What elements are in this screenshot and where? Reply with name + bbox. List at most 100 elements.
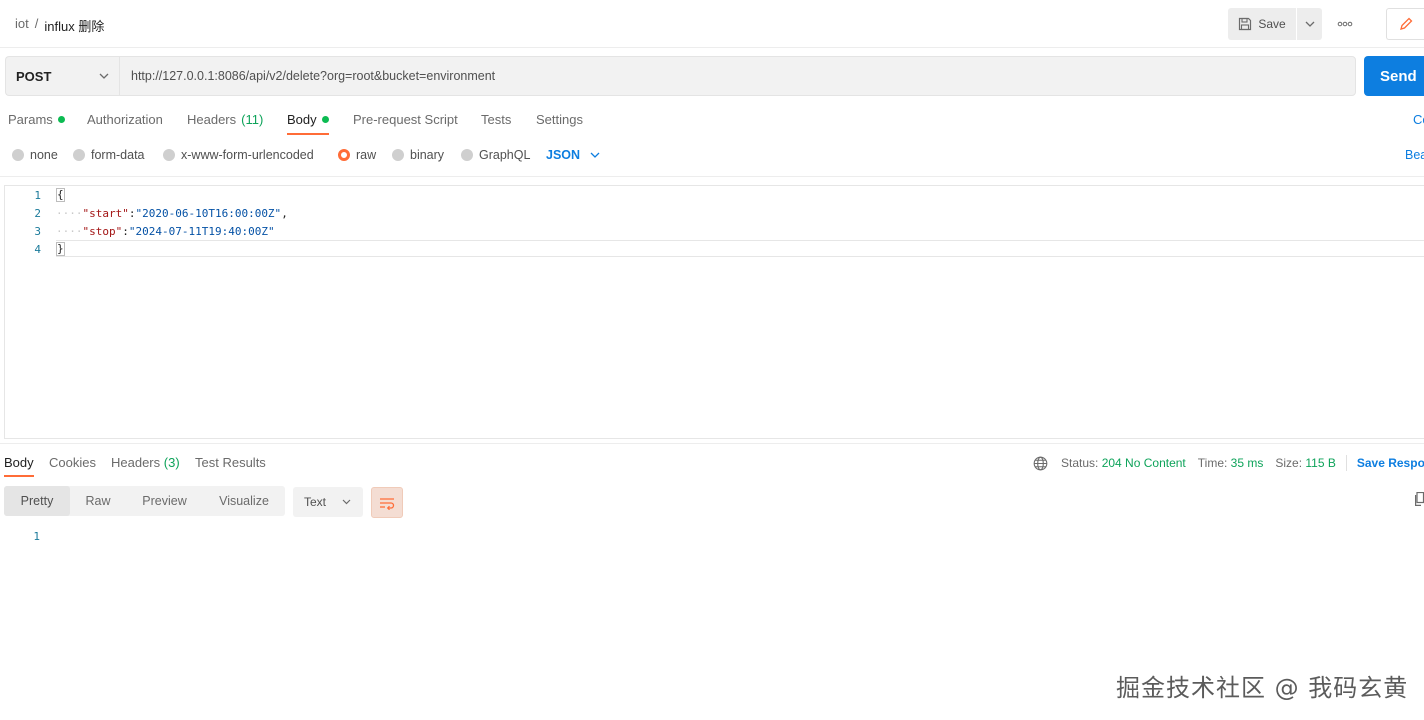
radio-label: GraphQL bbox=[479, 148, 531, 162]
floppy-disk-icon bbox=[1239, 17, 1252, 31]
json-key: "start" bbox=[82, 206, 129, 220]
save-button[interactable]: Save bbox=[1228, 8, 1296, 40]
chevron-down-icon bbox=[342, 499, 351, 505]
view-visualize[interactable]: Visualize bbox=[203, 486, 285, 516]
save-response-button[interactable]: Save Respor bbox=[1357, 456, 1424, 470]
active-tab-indicator bbox=[287, 133, 329, 135]
radio-label: raw bbox=[356, 148, 377, 162]
meta-divider bbox=[1345, 455, 1347, 471]
wrap-lines-button[interactable] bbox=[371, 487, 403, 518]
code-text: } bbox=[56, 242, 65, 256]
tab-headers[interactable]: Headers (11) bbox=[187, 112, 263, 127]
tab-label: Headers bbox=[187, 112, 237, 127]
headers-count: (3) bbox=[163, 455, 180, 470]
method-label: POST bbox=[16, 68, 52, 84]
body-type-urlencoded[interactable]: x-www-form-urlencoded bbox=[163, 148, 314, 162]
response-tab-test-results[interactable]: Test Results bbox=[195, 455, 266, 470]
chevron-down-icon bbox=[590, 152, 600, 158]
response-divider[interactable] bbox=[0, 443, 1424, 444]
modified-dot bbox=[321, 116, 329, 123]
tab-label: Authorization bbox=[87, 112, 163, 127]
tab-params[interactable]: Params bbox=[8, 112, 65, 127]
tab-label: Params bbox=[8, 112, 53, 127]
time-value: 35 ms bbox=[1230, 456, 1264, 470]
radio-selected-icon bbox=[338, 149, 350, 161]
chevron-down-icon bbox=[99, 73, 109, 79]
format-select[interactable]: JSON bbox=[546, 148, 600, 162]
breadcrumb-separator: / bbox=[34, 16, 39, 31]
json-value: "2024-07-11T19:40:00Z" bbox=[128, 224, 275, 238]
view-pretty[interactable]: Pretty bbox=[4, 486, 70, 516]
beautify-link[interactable]: Bea bbox=[1405, 148, 1424, 162]
breadcrumb: iot / influx 删除 bbox=[15, 16, 104, 35]
line-number: 2 bbox=[34, 206, 41, 220]
tab-label: Headers bbox=[111, 455, 161, 470]
modified-dot bbox=[57, 116, 65, 123]
code-line: 3 ····"stop":"2024-07-11T19:40:00Z" bbox=[0, 222, 274, 240]
line-number: 1 bbox=[34, 188, 41, 202]
breadcrumb-workspace[interactable]: iot bbox=[15, 16, 29, 35]
body-type-binary[interactable]: binary bbox=[392, 148, 444, 162]
current-line-highlight bbox=[56, 240, 1424, 257]
tab-tests[interactable]: Tests bbox=[481, 112, 511, 127]
wrap-lines-icon bbox=[380, 497, 395, 510]
copy-icon[interactable] bbox=[1415, 491, 1424, 509]
tab-label: Body bbox=[287, 112, 317, 127]
status-value: 204 No Content bbox=[1101, 456, 1186, 470]
radio-icon bbox=[392, 149, 404, 161]
tab-settings[interactable]: Settings bbox=[536, 112, 583, 127]
tab-label: Tests bbox=[481, 112, 512, 127]
line-number: 3 bbox=[34, 224, 41, 238]
response-tab-headers[interactable]: Headers (3) bbox=[111, 455, 180, 470]
more-actions-button[interactable] bbox=[1334, 14, 1356, 34]
response-format-select[interactable]: Text bbox=[293, 487, 363, 517]
tab-authorization[interactable]: Authorization bbox=[87, 112, 163, 127]
pencil-icon bbox=[1399, 17, 1412, 30]
code-line: 2 ····"start":"2020-06-10T16:00:00Z", bbox=[0, 204, 287, 222]
body-editor[interactable] bbox=[4, 185, 1424, 439]
line-number: 4 bbox=[34, 242, 41, 256]
radio-label: x-www-form-urlencoded bbox=[181, 148, 314, 162]
radio-icon bbox=[461, 149, 473, 161]
send-button[interactable]: Send bbox=[1364, 56, 1424, 96]
tab-pre-request-script[interactable]: Pre-request Script bbox=[353, 112, 458, 127]
size-value: 115 B bbox=[1305, 456, 1336, 470]
save-group: Save bbox=[1228, 8, 1322, 40]
body-type-graphql[interactable]: GraphQL bbox=[461, 148, 530, 162]
format-label: Text bbox=[304, 495, 327, 509]
save-options-button[interactable] bbox=[1297, 8, 1322, 40]
code-line: 4 } bbox=[0, 240, 65, 258]
json-key: "stop" bbox=[82, 224, 123, 238]
json-trailing: , bbox=[281, 206, 288, 220]
code-text: { bbox=[56, 188, 65, 202]
view-raw[interactable]: Raw bbox=[70, 486, 126, 516]
response-tab-body[interactable]: Body bbox=[4, 455, 34, 470]
method-select[interactable]: POST bbox=[5, 56, 119, 96]
headers-count: (11) bbox=[241, 112, 264, 127]
radio-icon bbox=[163, 149, 175, 161]
radio-label: form-data bbox=[91, 148, 145, 162]
radio-icon bbox=[12, 149, 24, 161]
request-name[interactable]: influx 删除 bbox=[44, 16, 104, 35]
body-type-none[interactable]: none bbox=[12, 148, 58, 162]
header-divider bbox=[0, 47, 1424, 48]
url-input[interactable]: http://127.0.0.1:8086/api/v2/delete?org=… bbox=[119, 56, 1356, 96]
cookies-link[interactable]: Co bbox=[1413, 112, 1424, 127]
tab-body[interactable]: Body bbox=[287, 112, 329, 127]
json-value: "2020-06-10T16:00:00Z" bbox=[135, 206, 282, 220]
edit-button[interactable] bbox=[1386, 8, 1424, 40]
body-type-form-data[interactable]: form-data bbox=[73, 148, 145, 162]
response-tab-cookies[interactable]: Cookies bbox=[49, 455, 96, 470]
response-meta: Status: 204 No Content Time: 35 ms Size:… bbox=[1033, 455, 1424, 471]
more-horizontal-icon bbox=[1337, 21, 1353, 27]
tab-label: Settings bbox=[536, 112, 583, 127]
response-view-toggle: Pretty Raw Preview Visualize bbox=[4, 486, 285, 516]
watermark: 掘金技术社区 @ 我码玄黄 bbox=[1116, 674, 1409, 702]
globe-icon[interactable] bbox=[1033, 456, 1048, 471]
body-type-raw[interactable]: raw bbox=[338, 148, 376, 162]
view-preview[interactable]: Preview bbox=[126, 486, 203, 516]
code-line: 1 { bbox=[0, 186, 65, 204]
response-line-number: 1 bbox=[33, 530, 40, 543]
radio-label: binary bbox=[410, 148, 445, 162]
body-divider bbox=[0, 176, 1424, 177]
